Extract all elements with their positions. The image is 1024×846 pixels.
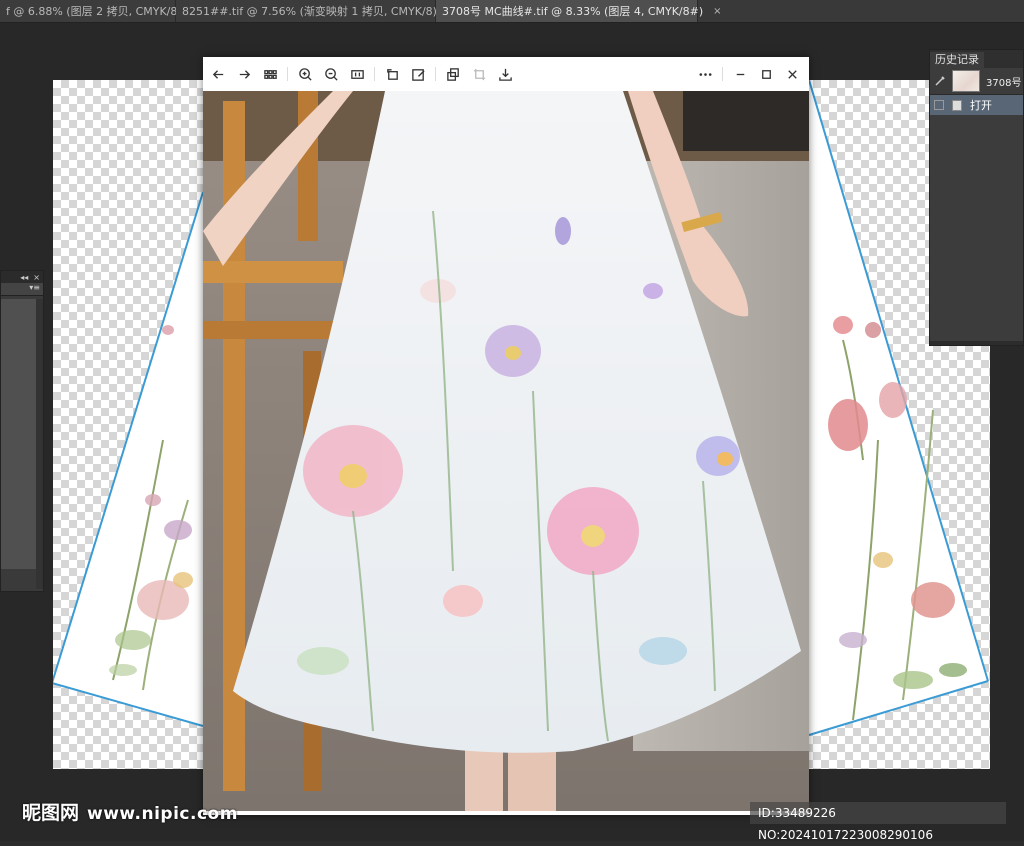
panel-menu-icon[interactable]: ▾≡ <box>1 283 43 296</box>
tab-close-icon[interactable]: × <box>713 6 721 17</box>
nipic-logo: 昵图网 www.nipic.com <box>22 798 238 825</box>
toolbar-divider <box>287 67 288 81</box>
document-tab-title: 8251##.tif @ 7.56% (渐变映射 1 拷贝, CMYK/8) * <box>182 5 446 18</box>
forward-icon[interactable] <box>231 61 257 87</box>
save-icon[interactable] <box>492 61 518 87</box>
document-tab-2[interactable]: 8251##.tif @ 7.56% (渐变映射 1 拷贝, CMYK/8) *… <box>176 0 464 22</box>
snapshot-label: 3708号 <box>986 77 1022 89</box>
history-panel: 历史记录 3708号 打开 <box>929 49 1024 346</box>
document-tab-3-active[interactable]: 3708号 MC曲线#.tif @ 8.33% (图层 4, CMYK/8#) … <box>436 0 722 22</box>
collapse-icon[interactable]: ◂◂ <box>20 273 28 282</box>
dress-photo-image <box>203 91 809 811</box>
history-step[interactable]: 打开 <box>930 95 1023 115</box>
rotate-icon[interactable] <box>379 61 405 87</box>
crop-icon[interactable] <box>466 61 492 87</box>
dress-photo <box>203 91 809 811</box>
tab-history[interactable]: 历史记录 <box>930 52 984 68</box>
logo-chinese-text: 昵图网 <box>22 802 80 824</box>
toolbar-divider <box>374 67 375 81</box>
close-icon[interactable] <box>779 61 805 87</box>
step-checkbox[interactable] <box>934 100 944 110</box>
zoom-in-icon[interactable] <box>292 61 318 87</box>
history-panel-tabs: 历史记录 <box>930 50 1023 68</box>
photo-viewer-window <box>203 57 809 815</box>
document-tab-title: 3708号 MC曲线#.tif @ 8.33% (图层 4, CMYK/8#) <box>442 5 704 18</box>
history-panel-footer <box>930 341 1023 345</box>
close-icon[interactable]: × <box>33 273 40 282</box>
logo-url-text: www.nipic.com <box>87 804 238 824</box>
maximize-icon[interactable] <box>753 61 779 87</box>
toolbar-divider <box>435 67 436 81</box>
toolbar-divider <box>722 67 723 81</box>
history-snapshot[interactable]: 3708号 <box>930 68 1023 95</box>
history-brush-icon[interactable] <box>934 75 946 87</box>
minimize-icon[interactable] <box>727 61 753 87</box>
side-panel-body <box>1 299 37 569</box>
more-icon[interactable] <box>692 61 718 87</box>
document-tab-bar: f @ 6.88% (图层 2 拷贝, CMYK/8) × 8251##.tif… <box>0 0 1024 23</box>
image-id-watermark: ID:33489226 NO:20241017223008290106 <box>750 802 1006 842</box>
document-tab-title: f @ 6.88% (图层 2 拷贝, CMYK/8) <box>6 5 182 18</box>
document-icon <box>952 99 962 111</box>
snapshot-thumbnail <box>952 70 980 92</box>
side-panel-scrollbar[interactable] <box>36 299 43 589</box>
grid-icon[interactable] <box>257 61 283 87</box>
history-step-label: 打开 <box>970 99 992 112</box>
edit-icon[interactable] <box>405 61 431 87</box>
copy-icon[interactable] <box>440 61 466 87</box>
collapsed-side-panel: ◂◂ × ▾≡ <box>0 270 44 592</box>
document-tab-1[interactable]: f @ 6.88% (图层 2 拷贝, CMYK/8) × <box>0 0 200 22</box>
side-panel-header: ◂◂ × <box>1 271 43 283</box>
actual-size-icon[interactable] <box>344 61 370 87</box>
back-icon[interactable] <box>205 61 231 87</box>
viewer-toolbar <box>203 57 809 92</box>
zoom-out-icon[interactable] <box>318 61 344 87</box>
